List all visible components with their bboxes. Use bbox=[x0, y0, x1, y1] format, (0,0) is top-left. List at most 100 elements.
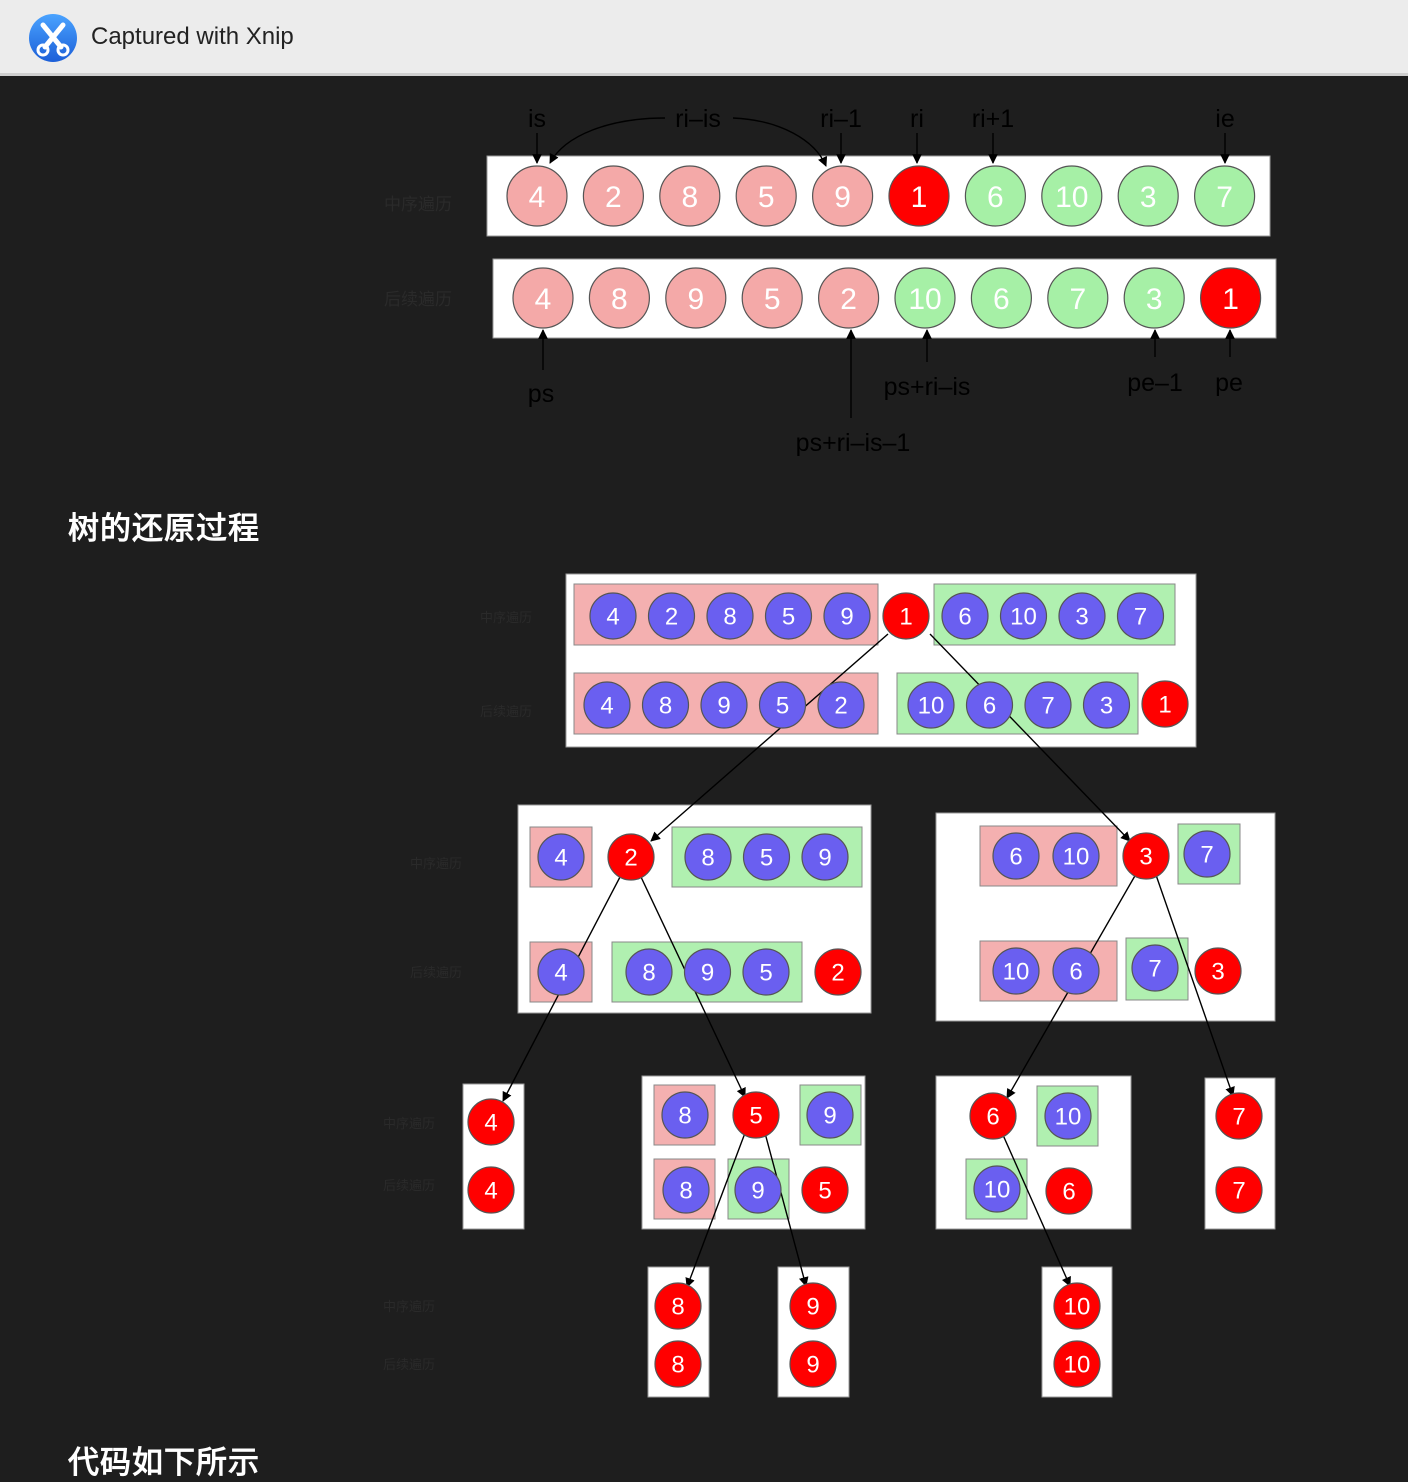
tree-row-label-postorder: 后续遍历 bbox=[480, 704, 532, 719]
label-ri-1: ri–1 bbox=[820, 105, 862, 133]
tree-root-node-3: 3 bbox=[1122, 832, 1170, 880]
tree-node-value: 10 bbox=[1063, 844, 1090, 871]
fig1-postorder-node: 6 bbox=[970, 267, 1033, 329]
tree-root-node-7-postorder-value: 7 bbox=[1232, 1178, 1245, 1205]
fig1-inorder-node: 2 bbox=[582, 165, 645, 227]
fig1-inorder-node: 7 bbox=[1193, 165, 1256, 227]
tree-node-value: 9 bbox=[717, 693, 730, 720]
tree-root-node-9-value: 9 bbox=[806, 1294, 819, 1321]
tree-node-value: 4 bbox=[600, 693, 613, 720]
tree-node-value: 2 bbox=[665, 604, 678, 631]
label-pe: pe bbox=[1215, 369, 1243, 397]
tree-root-node-1-value: 1 bbox=[899, 604, 912, 631]
tree-root-node-8-postorder-value: 8 bbox=[671, 1352, 684, 1379]
tree-root-node-2-value: 2 bbox=[624, 845, 637, 872]
tree-node: 6 bbox=[992, 832, 1040, 880]
tree-node-value: 9 bbox=[818, 845, 831, 872]
tree-node-value: 5 bbox=[776, 693, 789, 720]
label-is: is bbox=[528, 105, 546, 133]
tree-node-value: 3 bbox=[1100, 693, 1113, 720]
tree-node-value: 4 bbox=[554, 845, 567, 872]
tree-node-value: 9 bbox=[823, 1103, 836, 1130]
fig1-inorder-node-value: 3 bbox=[1140, 181, 1157, 214]
tree-node: 3 bbox=[1058, 592, 1106, 640]
fig1-postorder-node: 4 bbox=[512, 267, 574, 329]
tree-node-value: 5 bbox=[782, 604, 795, 631]
tree-node-value: 4 bbox=[554, 960, 567, 987]
fig1-inorder-node-value: 2 bbox=[605, 181, 622, 214]
label-ri-is: ri–is bbox=[675, 105, 721, 133]
label-ie: ie bbox=[1215, 105, 1234, 133]
tree-node: 5 bbox=[742, 948, 790, 996]
tree-node: 8 bbox=[625, 948, 673, 996]
fig1-inorder-node: 10 bbox=[1041, 165, 1103, 227]
fig1-postorder-node: 1 bbox=[1199, 267, 1262, 329]
tree-row-label-postorder: 后续遍历 bbox=[410, 965, 462, 980]
tree-node: 8 bbox=[706, 592, 754, 640]
fig1-row-label-inorder: 中序遍历 bbox=[384, 195, 452, 214]
tree-root-node-10-postorder: 10 bbox=[1053, 1340, 1101, 1388]
tree-node: 10 bbox=[992, 947, 1040, 995]
label-ps-ri-is-1: ps+ri–is–1 bbox=[796, 429, 911, 457]
tree-root-node-2-postorder: 2 bbox=[814, 948, 862, 996]
tree-node-value: 7 bbox=[1041, 693, 1054, 720]
tree-panel-node-6 bbox=[935, 1075, 1132, 1230]
tree-node-value: 7 bbox=[1200, 842, 1213, 869]
fig1-postorder-node: 3 bbox=[1123, 267, 1185, 329]
tree-node-value: 5 bbox=[760, 845, 773, 872]
tree-node: 5 bbox=[764, 592, 813, 640]
tree-root-node-3-postorder-value: 3 bbox=[1211, 959, 1224, 986]
fig1-postorder-node-value: 5 bbox=[764, 283, 781, 316]
tree-node: 10 bbox=[907, 681, 955, 729]
tree-node: 9 bbox=[734, 1166, 782, 1214]
tree-root-node-4-postorder-value: 4 bbox=[484, 1178, 497, 1205]
tree-row-label-postorder: 后续遍历 bbox=[383, 1178, 435, 1193]
tree-node-value: 5 bbox=[759, 960, 772, 987]
tree-node: 6 bbox=[1052, 947, 1100, 995]
tree-root-node-3-value: 3 bbox=[1139, 844, 1152, 871]
tree-node: 6 bbox=[941, 592, 989, 640]
tree-root-node-10-value: 10 bbox=[1064, 1294, 1091, 1321]
fig1-postorder-node: 8 bbox=[588, 267, 651, 329]
tree-node: 2 bbox=[817, 681, 865, 729]
tree-node-value: 10 bbox=[918, 693, 945, 720]
tree-node: 10 bbox=[1044, 1092, 1092, 1140]
tree-node-value: 6 bbox=[1009, 844, 1022, 871]
label-ps: ps bbox=[528, 380, 554, 408]
fig1-inorder-node-value: 10 bbox=[1055, 181, 1088, 214]
tree-node: 9 bbox=[700, 681, 748, 729]
tree-node: 8 bbox=[641, 681, 690, 729]
tree-root-node-7-value: 7 bbox=[1232, 1104, 1245, 1131]
tree-root-node-3-postorder: 3 bbox=[1194, 947, 1242, 995]
tree-node: 10 bbox=[973, 1165, 1021, 1213]
tree-node-value: 10 bbox=[1055, 1104, 1082, 1131]
tree-node: 8 bbox=[661, 1091, 709, 1139]
fig1-inorder-node-value: 4 bbox=[529, 181, 546, 214]
tree-row-label-inorder: 中序遍历 bbox=[410, 856, 462, 871]
tree-node: 2 bbox=[647, 592, 696, 640]
fig1-inorder-node: 8 bbox=[659, 165, 721, 227]
fig1-inorder-node-value: 1 bbox=[911, 181, 928, 214]
tree-root-node-7-postorder: 7 bbox=[1215, 1166, 1263, 1214]
tree-root-node-7: 7 bbox=[1215, 1092, 1263, 1140]
tree-node: 10 bbox=[999, 592, 1048, 640]
tree-node-value: 8 bbox=[642, 960, 655, 987]
tree-root-node-1-postorder-value: 1 bbox=[1158, 692, 1171, 719]
fig1-inorder-node: 4 bbox=[506, 165, 568, 227]
tree-root-node-9: 9 bbox=[789, 1282, 837, 1330]
tree-node-value: 10 bbox=[984, 1177, 1011, 1204]
tree-node: 7 bbox=[1183, 830, 1231, 878]
tree-root-node-4-value: 4 bbox=[484, 1110, 497, 1137]
tree-node-value: 9 bbox=[840, 604, 853, 631]
tree-node-value: 9 bbox=[751, 1178, 764, 1205]
tree-root-node-8: 8 bbox=[654, 1282, 702, 1330]
tree-root-node-6: 6 bbox=[969, 1092, 1017, 1140]
tree-node-value: 6 bbox=[983, 693, 996, 720]
tree-root-node-10-postorder-value: 10 bbox=[1064, 1352, 1091, 1379]
tree-node-value: 8 bbox=[659, 693, 672, 720]
tree-node-value: 8 bbox=[701, 845, 714, 872]
tree-root-node-4: 4 bbox=[467, 1098, 515, 1146]
fig1-postorder-node-value: 4 bbox=[535, 283, 552, 316]
tree-node: 9 bbox=[823, 592, 871, 640]
tree-node: 9 bbox=[683, 948, 732, 996]
